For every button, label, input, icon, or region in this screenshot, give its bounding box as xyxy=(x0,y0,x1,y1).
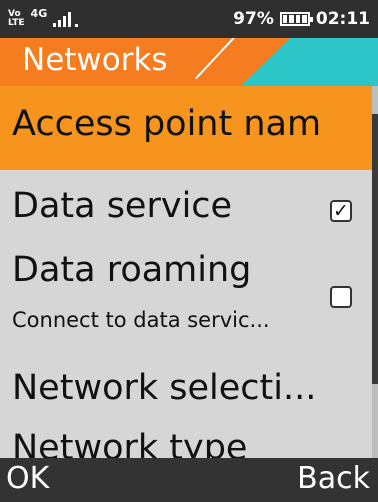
phone-screen: Vo LTE 4G 97% 02:11 Networks Access poin… xyxy=(0,0,378,502)
volte-bottom-text: LTE xyxy=(8,18,25,28)
battery-cell xyxy=(295,15,301,23)
list-item-label: Access point nam xyxy=(12,104,322,144)
scrollbar[interactable] xyxy=(372,86,378,458)
battery-icon xyxy=(279,12,313,26)
scrollbar-thumb[interactable] xyxy=(372,114,378,384)
check-mark-icon: ✓ xyxy=(333,200,349,222)
list-item-subtitle: Connect to data servic... xyxy=(12,308,270,332)
checkbox-icon[interactable] xyxy=(330,286,352,308)
list-item-label: Data service xyxy=(12,186,233,226)
status-right: 97% 02:11 xyxy=(233,9,370,29)
signal-bar xyxy=(53,23,57,27)
signal-dot xyxy=(75,24,79,27)
list-item-data-roaming[interactable]: Data roaming Connect to data servic... xyxy=(0,250,372,356)
settings-list: Access point nam Data service ✓ Data roa… xyxy=(0,86,378,458)
battery-cell xyxy=(302,15,307,23)
title-bar: Networks xyxy=(0,38,378,86)
list-item-network-type[interactable]: Network type xyxy=(0,428,372,458)
status-left: Vo LTE 4G xyxy=(8,6,79,28)
clock: 02:11 xyxy=(315,9,370,29)
list-item-network-selection[interactable]: Network selecti... xyxy=(0,356,372,428)
battery-percent: 97% xyxy=(233,9,274,29)
softkey-bar: OK Back xyxy=(0,458,378,502)
ok-button[interactable]: OK xyxy=(6,461,49,496)
volte-icon: Vo LTE xyxy=(8,10,25,28)
battery-cell xyxy=(282,15,288,23)
status-bar: Vo LTE 4G 97% 02:11 xyxy=(0,0,378,38)
signal-bar xyxy=(58,20,62,27)
back-button[interactable]: Back xyxy=(297,461,370,496)
battery-cell xyxy=(289,15,294,23)
list-item-label: Data roaming xyxy=(12,250,252,290)
page-title: Networks xyxy=(22,42,168,78)
signal-bar xyxy=(63,16,67,27)
list-item-label: Network selecti... xyxy=(12,368,317,408)
network-type-label: 4G xyxy=(30,6,48,20)
checkbox-icon[interactable]: ✓ xyxy=(330,200,352,222)
signal-strength-icon xyxy=(53,11,79,27)
list-item-access-point-names[interactable]: Access point nam xyxy=(0,86,372,170)
signal-bar xyxy=(68,12,72,27)
list-item-label: Network type xyxy=(12,428,248,458)
list-item-data-service[interactable]: Data service ✓ xyxy=(0,170,372,250)
